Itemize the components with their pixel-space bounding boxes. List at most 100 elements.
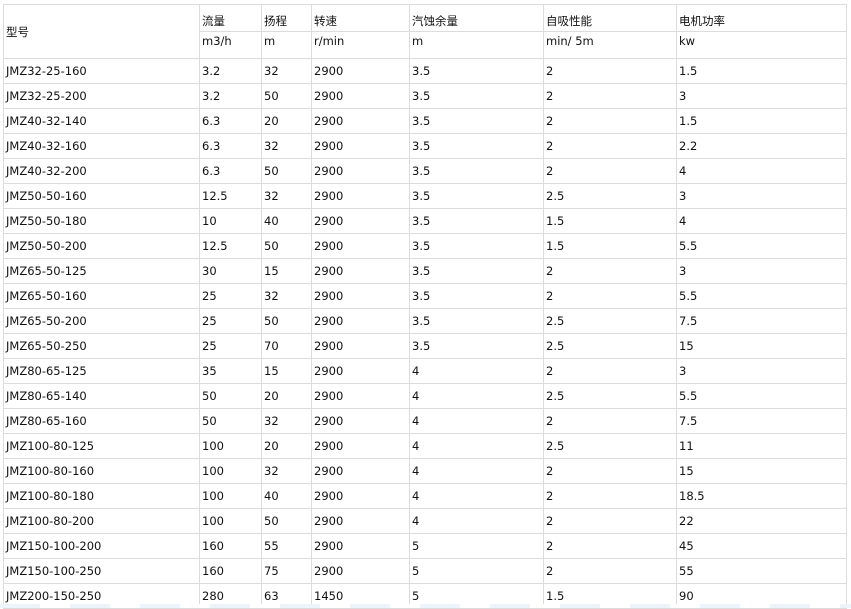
- cell-npsh: 4: [409, 508, 544, 534]
- cell-speed: 2900: [311, 283, 410, 309]
- table-row: JMZ100-80-125 100 20 2900 4 2.5 11: [3, 433, 847, 459]
- cell-flow: 30: [199, 258, 262, 284]
- pump-spec-table: 型号 流量 扬程 转速 汽蚀余量 自吸性能 电机功率 m3/h m r/min …: [3, 4, 847, 609]
- cell-model: JMZ32-25-200: [3, 83, 200, 109]
- cell-npsh: 3.5: [409, 333, 544, 359]
- cell-flow: 10: [199, 208, 262, 234]
- table-row: JMZ50-50-200 12.5 50 2900 3.5 1.5 5.5: [3, 233, 847, 259]
- cell-npsh: 4: [409, 358, 544, 384]
- cell-flow: 50: [199, 383, 262, 409]
- cell-motor-power: 5.5: [676, 233, 847, 259]
- cell-model: JMZ150-100-250: [3, 558, 200, 584]
- cell-head: 50: [261, 158, 312, 184]
- cell-flow: 25: [199, 283, 262, 309]
- cell-npsh: 3.5: [409, 233, 544, 259]
- unit-self-priming: min/ 5m: [543, 31, 677, 59]
- table-row: JMZ150-100-200 160 55 2900 5 2 45: [3, 533, 847, 559]
- table-row: JMZ65-50-200 25 50 2900 3.5 2.5 7.5: [3, 308, 847, 334]
- cell-model: JMZ40-32-160: [3, 133, 200, 159]
- cell-flow: 6.3: [199, 158, 262, 184]
- header-motor-power: 电机功率: [676, 4, 847, 32]
- cell-model: JMZ65-50-250: [3, 333, 200, 359]
- cell-npsh: 4: [409, 408, 544, 434]
- cell-speed: 2900: [311, 558, 410, 584]
- cell-flow: 3.2: [199, 58, 262, 84]
- cell-motor-power: 3: [676, 183, 847, 209]
- cell-head: 50: [261, 508, 312, 534]
- cell-npsh: 3.5: [409, 58, 544, 84]
- cell-head: 70: [261, 333, 312, 359]
- cell-self-priming: 2: [543, 358, 677, 384]
- cell-self-priming: 2: [543, 258, 677, 284]
- cell-speed: 2900: [311, 458, 410, 484]
- header-model: 型号: [3, 4, 200, 59]
- cell-self-priming: 2: [543, 458, 677, 484]
- cell-head: 32: [261, 408, 312, 434]
- cell-flow: 100: [199, 508, 262, 534]
- cell-motor-power: 55: [676, 558, 847, 584]
- cell-npsh: 3.5: [409, 258, 544, 284]
- cell-npsh: 3.5: [409, 183, 544, 209]
- cell-motor-power: 3: [676, 83, 847, 109]
- table-row: JMZ32-25-200 3.2 50 2900 3.5 2 3: [3, 83, 847, 109]
- cell-npsh: 3.5: [409, 158, 544, 184]
- cell-motor-power: 1.5: [676, 108, 847, 134]
- cell-speed: 2900: [311, 483, 410, 509]
- cell-self-priming: 2: [543, 158, 677, 184]
- unit-motor-power: kw: [676, 31, 847, 59]
- cell-npsh: 3.5: [409, 208, 544, 234]
- cell-flow: 25: [199, 333, 262, 359]
- cell-self-priming: 1.5: [543, 208, 677, 234]
- table-row: JMZ50-50-160 12.5 32 2900 3.5 2.5 3: [3, 183, 847, 209]
- cell-flow: 100: [199, 433, 262, 459]
- cell-head: 50: [261, 233, 312, 259]
- cell-speed: 2900: [311, 158, 410, 184]
- cell-head: 32: [261, 458, 312, 484]
- cell-motor-power: 45: [676, 533, 847, 559]
- cell-model: JMZ65-50-200: [3, 308, 200, 334]
- cell-speed: 2900: [311, 208, 410, 234]
- cell-motor-power: 4: [676, 208, 847, 234]
- cell-flow: 160: [199, 558, 262, 584]
- cell-head: 20: [261, 433, 312, 459]
- cell-flow: 12.5: [199, 183, 262, 209]
- cell-flow: 100: [199, 458, 262, 484]
- cell-self-priming: 2: [543, 83, 677, 109]
- cell-flow: 160: [199, 533, 262, 559]
- cell-motor-power: 7.5: [676, 408, 847, 434]
- cell-flow: 35: [199, 358, 262, 384]
- cell-self-priming: 2: [543, 483, 677, 509]
- cell-npsh: 3.5: [409, 308, 544, 334]
- cell-flow: 25: [199, 308, 262, 334]
- cell-speed: 2900: [311, 258, 410, 284]
- cell-speed: 2900: [311, 508, 410, 534]
- cell-head: 20: [261, 383, 312, 409]
- cell-speed: 2900: [311, 233, 410, 259]
- cell-head: 20: [261, 108, 312, 134]
- cell-self-priming: 1.5: [543, 233, 677, 259]
- cell-npsh: 3.5: [409, 283, 544, 309]
- cell-model: JMZ65-50-125: [3, 258, 200, 284]
- table-row: JMZ40-32-200 6.3 50 2900 3.5 2 4: [3, 158, 847, 184]
- cell-self-priming: 2.5: [543, 383, 677, 409]
- cell-motor-power: 5.5: [676, 283, 847, 309]
- cell-model: JMZ65-50-160: [3, 283, 200, 309]
- cell-self-priming: 2.5: [543, 183, 677, 209]
- cell-speed: 2900: [311, 383, 410, 409]
- table-row: JMZ40-32-160 6.3 32 2900 3.5 2 2.2: [3, 133, 847, 159]
- cell-model: JMZ80-65-125: [3, 358, 200, 384]
- cell-speed: 2900: [311, 108, 410, 134]
- header-npsh: 汽蚀余量: [409, 4, 544, 32]
- table-row: JMZ80-65-140 50 20 2900 4 2.5 5.5: [3, 383, 847, 409]
- cell-motor-power: 3: [676, 358, 847, 384]
- cell-self-priming: 2: [543, 58, 677, 84]
- cell-npsh: 4: [409, 458, 544, 484]
- cell-self-priming: 2: [543, 533, 677, 559]
- table-body: 型号 流量 扬程 转速 汽蚀余量 自吸性能 电机功率 m3/h m r/min …: [3, 4, 847, 609]
- cell-model: JMZ100-80-200: [3, 508, 200, 534]
- cell-motor-power: 11: [676, 433, 847, 459]
- cell-head: 55: [261, 533, 312, 559]
- cell-head: 15: [261, 358, 312, 384]
- cell-speed: 2900: [311, 58, 410, 84]
- cell-model: JMZ50-50-200: [3, 233, 200, 259]
